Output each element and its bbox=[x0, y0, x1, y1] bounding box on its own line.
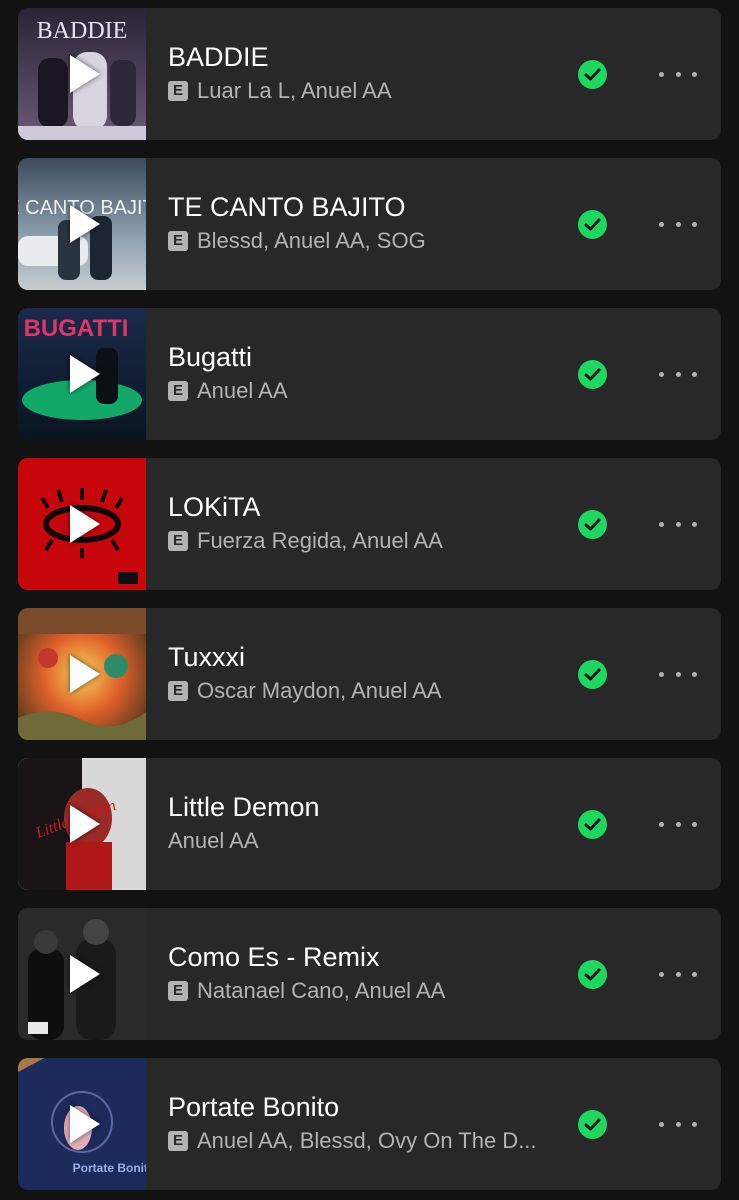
album-cover[interactable]: Portate Bonito bbox=[18, 1058, 146, 1190]
track-artists: Luar La L, Anuel AA bbox=[197, 78, 392, 103]
track-title: Little Demon bbox=[168, 792, 320, 822]
track-title: Portate Bonito bbox=[168, 1092, 340, 1122]
track-row[interactable]: BADDIE BADDIE E Luar La L, Anuel AA bbox=[18, 8, 721, 140]
explicit-badge: E bbox=[168, 681, 188, 701]
play-icon[interactable] bbox=[70, 805, 100, 843]
track-artists: Natanael Cano, Anuel AA bbox=[197, 978, 446, 1003]
track-title: TE CANTO BAJITO bbox=[168, 192, 406, 222]
downloaded-check-icon[interactable] bbox=[578, 660, 607, 689]
downloaded-check-icon[interactable] bbox=[578, 960, 607, 989]
explicit-badge: E bbox=[168, 231, 188, 251]
album-cover[interactable]: Little Demon bbox=[18, 758, 146, 890]
play-icon[interactable] bbox=[70, 205, 100, 243]
track-artists: Anuel AA bbox=[168, 828, 259, 853]
more-options-icon[interactable] bbox=[659, 214, 697, 234]
explicit-badge: E bbox=[168, 531, 188, 551]
track-row[interactable]: LOKiTA E Fuerza Regida, Anuel AA bbox=[18, 458, 721, 590]
album-cover[interactable] bbox=[18, 608, 146, 740]
track-artists: Blessd, Anuel AA, SOG bbox=[197, 228, 426, 253]
downloaded-check-icon[interactable] bbox=[578, 60, 607, 89]
album-cover-text: BUGATTI bbox=[24, 315, 129, 342]
more-options-icon[interactable] bbox=[659, 814, 697, 834]
track-artists: Anuel AA, Blessd, Ovy On The D... bbox=[197, 1128, 537, 1153]
album-cover[interactable]: BADDIE bbox=[18, 8, 146, 140]
play-icon[interactable] bbox=[70, 655, 100, 693]
track-title: Bugatti bbox=[168, 342, 253, 372]
play-icon[interactable] bbox=[70, 955, 100, 993]
album-cover[interactable] bbox=[18, 908, 146, 1040]
explicit-badge: E bbox=[168, 381, 188, 401]
album-cover-text: Portate Bonito bbox=[73, 1161, 146, 1175]
downloaded-check-icon[interactable] bbox=[578, 360, 607, 389]
play-icon[interactable] bbox=[70, 355, 100, 393]
album-cover[interactable]: TE CANTO BAJITO bbox=[18, 158, 146, 290]
track-row[interactable]: Portate Bonito Portate Bonito E Anuel AA… bbox=[18, 1058, 721, 1190]
downloaded-check-icon[interactable] bbox=[578, 510, 607, 539]
downloaded-check-icon[interactable] bbox=[578, 1110, 607, 1139]
downloaded-check-icon[interactable] bbox=[578, 210, 607, 239]
track-artists: Anuel AA bbox=[197, 378, 288, 403]
play-icon[interactable] bbox=[70, 55, 100, 93]
track-title: Como Es - Remix bbox=[168, 942, 380, 972]
album-cover-text: BADDIE bbox=[37, 18, 128, 44]
play-icon[interactable] bbox=[70, 505, 100, 543]
track-title: BADDIE bbox=[168, 42, 269, 72]
album-cover[interactable]: BUGATTI bbox=[18, 308, 146, 440]
downloaded-check-icon[interactable] bbox=[578, 810, 607, 839]
more-options-icon[interactable] bbox=[659, 364, 697, 384]
play-icon[interactable] bbox=[70, 1105, 100, 1143]
track-row[interactable]: TE CANTO BAJITO TE CANTO BAJITO E Blessd… bbox=[18, 158, 721, 290]
track-row[interactable]: Como Es - Remix E Natanael Cano, Anuel A… bbox=[18, 908, 721, 1040]
track-title: Tuxxxi bbox=[168, 642, 246, 672]
more-options-icon[interactable] bbox=[659, 664, 697, 684]
explicit-badge: E bbox=[168, 1131, 188, 1151]
more-options-icon[interactable] bbox=[659, 514, 697, 534]
explicit-badge: E bbox=[168, 981, 188, 1001]
track-row[interactable]: BUGATTI Bugatti E Anuel AA bbox=[18, 308, 721, 440]
track-row[interactable]: Little Demon Little Demon Anuel AA bbox=[18, 758, 721, 890]
track-title: LOKiTA bbox=[168, 492, 261, 522]
album-cover[interactable] bbox=[18, 458, 146, 590]
more-options-icon[interactable] bbox=[659, 64, 697, 84]
explicit-badge: E bbox=[168, 81, 188, 101]
track-list: BADDIE BADDIE E Luar La L, Anuel AA TE bbox=[0, 0, 739, 1200]
track-artists: Oscar Maydon, Anuel AA bbox=[197, 678, 442, 703]
more-options-icon[interactable] bbox=[659, 964, 697, 984]
more-options-icon[interactable] bbox=[659, 1114, 697, 1134]
track-row[interactable]: Tuxxxi E Oscar Maydon, Anuel AA bbox=[18, 608, 721, 740]
track-artists: Fuerza Regida, Anuel AA bbox=[197, 528, 443, 553]
